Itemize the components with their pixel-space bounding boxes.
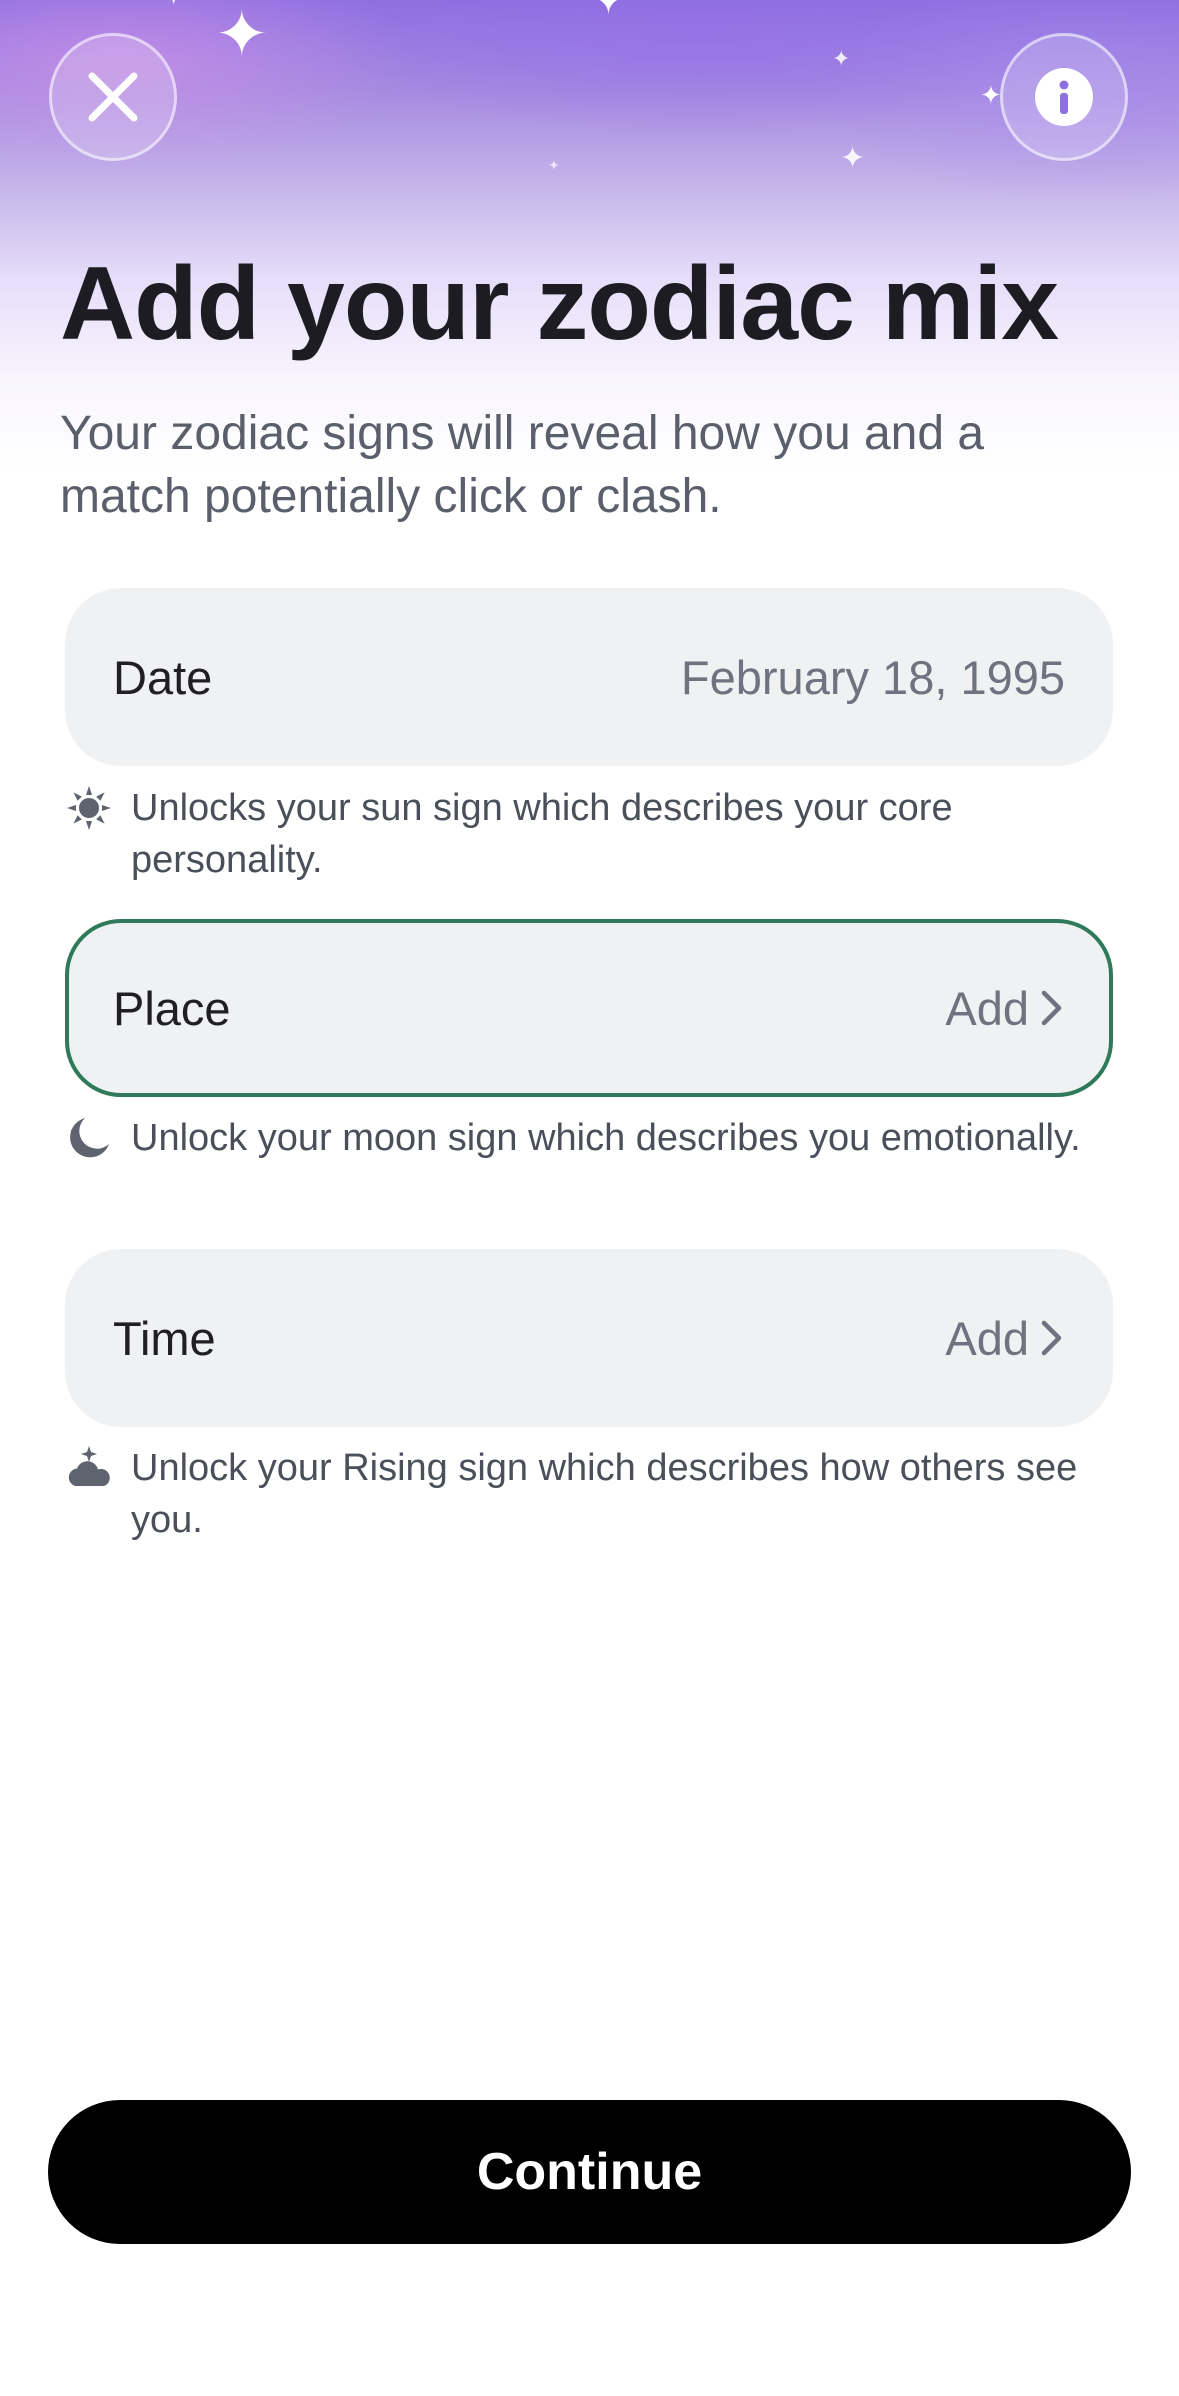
sun-icon	[67, 786, 111, 830]
place-field-label: Place	[113, 981, 231, 1035]
sparkle-icon: ✦	[548, 157, 560, 173]
chevron-right-icon	[1041, 1320, 1062, 1356]
time-field-label: Time	[113, 1311, 216, 1365]
date-field[interactable]: Date February 18, 1995	[65, 588, 1113, 766]
sparkle-icon: ✦	[980, 80, 1002, 110]
close-button[interactable]	[49, 33, 177, 161]
place-add-label: Add	[945, 981, 1029, 1035]
chevron-right-icon	[1041, 990, 1062, 1026]
info-icon	[1035, 68, 1093, 126]
sparkle-icon: ✦	[590, 0, 627, 22]
time-hint-text: Unlock your Rising sign which describes …	[131, 1447, 1078, 1541]
continue-button[interactable]: Continue	[48, 2100, 1131, 2244]
date-hint: Unlocks your sun sign which describes yo…	[65, 782, 1125, 886]
time-add-label: Add	[945, 1311, 1029, 1365]
place-field-action: Add	[945, 981, 1065, 1036]
sparkle-icon: ✦	[162, 0, 185, 10]
page-subtitle: Your zodiac signs will reveal how you an…	[60, 407, 985, 523]
time-hint: Unlock your Rising sign which describes …	[65, 1442, 1125, 1546]
page-title: Add your zodiac mix	[60, 246, 1059, 362]
place-hint: Unlock your moon sign which describes yo…	[65, 1112, 1125, 1164]
sparkle-icon: ✦	[215, 0, 269, 70]
info-button[interactable]	[1000, 33, 1128, 161]
sparkle-icon: ✦	[832, 46, 851, 71]
place-hint-text: Unlock your moon sign which describes yo…	[131, 1117, 1081, 1159]
time-field[interactable]: Time Add	[65, 1249, 1113, 1427]
date-field-label: Date	[113, 650, 213, 704]
date-field-value: February 18, 1995	[680, 650, 1065, 704]
time-field-action: Add	[945, 1311, 1065, 1366]
date-hint-text: Unlocks your sun sign which describes yo…	[131, 787, 953, 881]
place-field[interactable]: Place Add	[65, 919, 1113, 1097]
rising-sun-icon	[68, 1446, 110, 1486]
moon-icon	[70, 1118, 109, 1158]
close-icon	[88, 72, 138, 122]
sparkle-icon: ✦	[840, 142, 866, 175]
